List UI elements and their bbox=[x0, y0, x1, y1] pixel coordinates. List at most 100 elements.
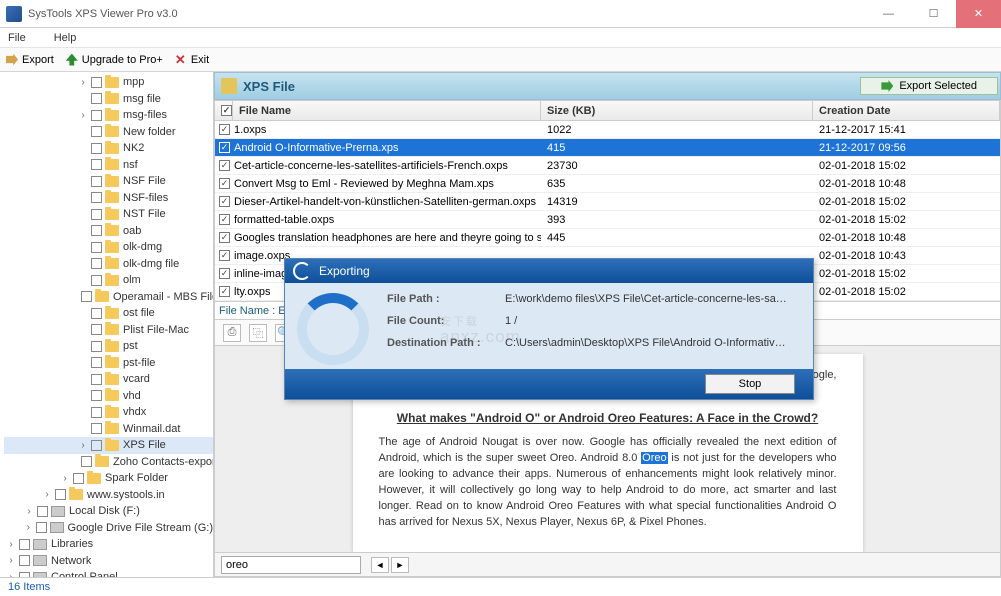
row-checkbox[interactable]: ✓ bbox=[219, 250, 230, 261]
folder-icon bbox=[105, 242, 119, 253]
col-size[interactable]: Size (KB) bbox=[541, 101, 813, 120]
table-row[interactable]: ✓Cet-article-concerne-les-satellites-art… bbox=[215, 157, 1000, 175]
tree-item[interactable]: ›www.systools.in bbox=[4, 487, 213, 504]
tree-item[interactable]: ›Control Panel bbox=[4, 569, 213, 577]
table-row[interactable]: ✓Convert Msg to Eml - Reviewed by Meghna… bbox=[215, 175, 1000, 193]
folder-icon bbox=[95, 456, 109, 467]
menu-file[interactable]: File bbox=[8, 32, 26, 44]
label-file-path: File Path : bbox=[387, 293, 505, 305]
stop-button[interactable]: Stop bbox=[705, 374, 795, 394]
table-row[interactable]: ✓1.oxps102221-12-2017 15:41 bbox=[215, 121, 1000, 139]
tree-item[interactable]: vhdx bbox=[4, 404, 213, 421]
tree-item[interactable]: ost file bbox=[4, 305, 213, 322]
drive-icon bbox=[33, 555, 47, 566]
tree-item[interactable]: New folder bbox=[4, 124, 213, 141]
search-bar: ◄ ► bbox=[215, 552, 1000, 576]
table-row[interactable]: ✓Googles translation headphones are here… bbox=[215, 229, 1000, 247]
tree-item[interactable]: pst-file bbox=[4, 355, 213, 372]
toolbar: Export Upgrade to Pro+ ✕Exit bbox=[0, 48, 1001, 72]
tree-item[interactable]: msg file bbox=[4, 91, 213, 108]
tree-item[interactable]: ›Google Drive File Stream (G:) bbox=[4, 520, 213, 537]
tree-item[interactable]: Winmail.dat bbox=[4, 421, 213, 438]
loading-spinner-icon bbox=[297, 293, 369, 365]
folder-icon bbox=[105, 159, 119, 170]
tree-item[interactable]: ›msg-files bbox=[4, 107, 213, 124]
exit-button[interactable]: ✕Exit bbox=[175, 54, 209, 66]
xps-header: XPS File Export Selected bbox=[214, 72, 1001, 100]
row-checkbox[interactable]: ✓ bbox=[219, 268, 230, 279]
minimize-button[interactable]: — bbox=[866, 0, 911, 28]
export-selected-button[interactable]: Export Selected bbox=[860, 77, 998, 95]
tree-item[interactable]: Plist File-Mac bbox=[4, 322, 213, 339]
search-input[interactable] bbox=[221, 556, 361, 574]
row-checkbox[interactable]: ✓ bbox=[219, 286, 230, 297]
export-icon bbox=[6, 54, 18, 66]
search-highlight: Oreo bbox=[641, 452, 667, 464]
search-prev-button[interactable]: ◄ bbox=[371, 557, 389, 573]
row-checkbox[interactable]: ✓ bbox=[219, 232, 230, 243]
dialog-title: Exporting bbox=[285, 259, 813, 283]
tree-item[interactable]: olk-dmg file bbox=[4, 256, 213, 273]
col-filename[interactable]: File Name bbox=[233, 101, 541, 120]
export-button[interactable]: Export bbox=[6, 54, 54, 66]
tree-item[interactable]: olm bbox=[4, 272, 213, 289]
tree-item[interactable]: ›XPS File bbox=[4, 437, 213, 454]
folder-icon bbox=[105, 176, 119, 187]
tree-item[interactable]: NSF File bbox=[4, 173, 213, 190]
tree-item[interactable]: NK2 bbox=[4, 140, 213, 157]
maximize-button[interactable]: ☐ bbox=[911, 0, 956, 28]
tree-item[interactable]: Zoho Contacts-exported bbox=[4, 454, 213, 471]
table-row[interactable]: ✓Android O-Informative-Prerna.xps41521-1… bbox=[215, 139, 1000, 157]
tree-item[interactable]: pst bbox=[4, 338, 213, 355]
tree-item[interactable]: ›mpp bbox=[4, 74, 213, 91]
row-checkbox[interactable]: ✓ bbox=[219, 142, 230, 153]
col-date[interactable]: Creation Date bbox=[813, 101, 1000, 120]
close-button[interactable]: ✕ bbox=[956, 0, 1001, 28]
tree-item[interactable]: ›Libraries bbox=[4, 536, 213, 553]
arrow-right-icon bbox=[881, 80, 893, 92]
copy-button[interactable]: ⿻ bbox=[249, 324, 267, 342]
tree-item[interactable]: ›Network bbox=[4, 553, 213, 570]
search-next-button[interactable]: ► bbox=[391, 557, 409, 573]
tree-item[interactable]: ›Local Disk (F:) bbox=[4, 503, 213, 520]
table-row[interactable]: ✓Dieser-Artikel-handelt-von-künstlichen-… bbox=[215, 193, 1000, 211]
tree-item[interactable]: nsf bbox=[4, 157, 213, 174]
folder-icon bbox=[69, 489, 83, 500]
tree-item[interactable]: olk-dmg bbox=[4, 239, 213, 256]
tree-item[interactable]: vcard bbox=[4, 371, 213, 388]
drive-icon bbox=[33, 572, 47, 577]
row-checkbox[interactable]: ✓ bbox=[219, 178, 230, 189]
folder-icon bbox=[105, 374, 119, 385]
select-all-checkbox[interactable]: ✓ bbox=[221, 105, 232, 116]
tree-item[interactable]: oab bbox=[4, 223, 213, 240]
menu-help[interactable]: Help bbox=[54, 32, 77, 44]
print-button[interactable]: ⎙ bbox=[223, 324, 241, 342]
folder-icon bbox=[221, 78, 237, 94]
tree-item[interactable]: NSF-files bbox=[4, 190, 213, 207]
value-dest-path: C:\Users\admin\Desktop\XPS File\Android … bbox=[505, 337, 797, 349]
exit-icon: ✕ bbox=[175, 54, 187, 66]
label-dest-path: Destination Path : bbox=[387, 337, 505, 349]
folder-icon bbox=[105, 275, 119, 286]
table-row[interactable]: ✓formatted-table.oxps39302-01-2018 15:02 bbox=[215, 211, 1000, 229]
app-icon bbox=[6, 6, 22, 22]
drive-icon bbox=[51, 506, 65, 517]
folder-icon bbox=[105, 110, 119, 121]
folder-icon bbox=[105, 308, 119, 319]
upgrade-button[interactable]: Upgrade to Pro+ bbox=[66, 54, 163, 66]
value-file-count: 1 / bbox=[505, 315, 797, 327]
row-checkbox[interactable]: ✓ bbox=[219, 214, 230, 225]
title-bar: SysTools XPS Viewer Pro v3.0 — ☐ ✕ bbox=[0, 0, 1001, 28]
tree-item[interactable]: Operamail - MBS File bbox=[4, 289, 213, 306]
status-bar: 16 Items bbox=[0, 577, 1001, 596]
exporting-dialog: Exporting File Path :E:\work\demo files\… bbox=[284, 258, 814, 400]
folder-tree[interactable]: ›mppmsg file›msg-filesNew folderNK2nsfNS… bbox=[0, 72, 214, 577]
row-checkbox[interactable]: ✓ bbox=[219, 196, 230, 207]
folder-icon bbox=[105, 390, 119, 401]
item-count: 16 Items bbox=[8, 581, 50, 593]
tree-item[interactable]: ›Spark Folder bbox=[4, 470, 213, 487]
row-checkbox[interactable]: ✓ bbox=[219, 160, 230, 171]
tree-item[interactable]: NST File bbox=[4, 206, 213, 223]
tree-item[interactable]: vhd bbox=[4, 388, 213, 405]
row-checkbox[interactable]: ✓ bbox=[219, 124, 230, 135]
